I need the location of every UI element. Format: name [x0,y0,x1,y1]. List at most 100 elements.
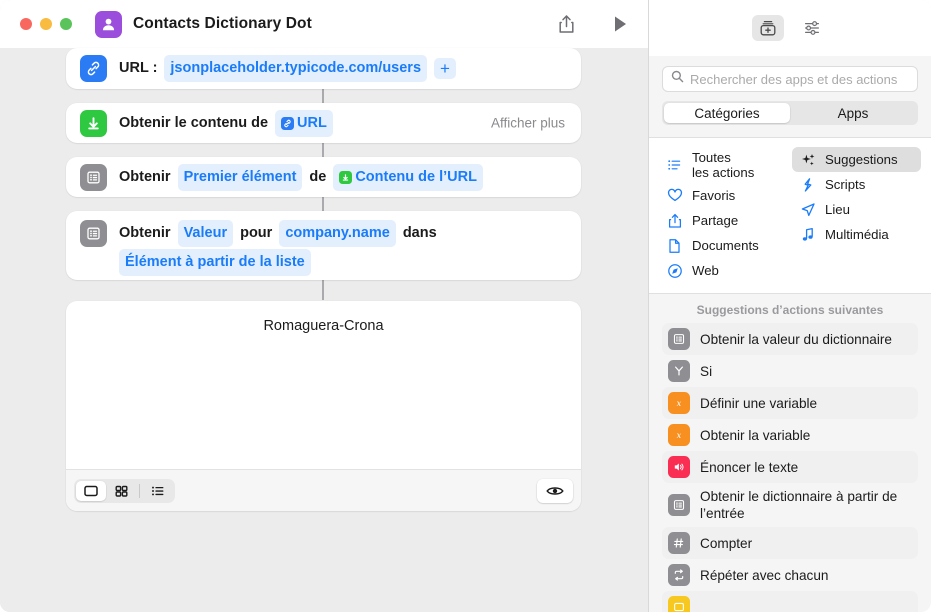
download-icon [80,109,107,137]
svg-text:x: x [677,398,682,408]
workflow-canvas: URL : jsonplaceholder.typicode.com/users… [0,48,648,612]
search-input[interactable] [690,71,905,87]
tab-apps[interactable]: Apps [790,103,916,123]
list-item-label: Répéter avec chacun [700,567,829,583]
sidebar-item-label: Lieu [825,202,850,217]
add-url-button[interactable]: + [434,58,457,79]
search-box[interactable] [662,66,918,92]
list-item-label: Si [700,363,713,379]
list-item-token[interactable]: Élément à partir de la liste [119,249,311,276]
sidebar-item-label: Web [692,263,719,278]
heart-icon [666,188,683,203]
list-view-button[interactable] [143,481,173,501]
eye-icon[interactable] [537,478,573,503]
list-item[interactable]: Obtenir la valeur du dictionnaire [662,323,918,355]
list-item[interactable]: Répéter avec chacun [662,559,918,591]
sidebar-item-label: Favoris [692,188,736,203]
url-value-token[interactable]: jsonplaceholder.typicode.com/users [164,55,428,82]
traffic-lights [20,18,72,30]
search-container [649,56,931,92]
sidebar-item-partage[interactable]: Partage [659,208,788,233]
list-item[interactable] [662,591,918,612]
result-preview-panel: Romaguera-Crona [66,301,581,511]
minimize-button[interactable] [40,18,52,30]
sidebar-item-favoris[interactable]: Favoris [659,183,788,208]
link-icon [281,116,295,130]
add-action-icon[interactable] [752,15,784,41]
categories-panel: Toutes les actions Favoris Partage Docum… [649,137,931,294]
list-item[interactable]: Compter [662,527,918,559]
suggestions-list: Obtenir la valeur du dictionnaire Si x D… [649,323,931,612]
sidebar-item-multimedia[interactable]: Multimédia [792,222,921,247]
list-item-label: Obtenir la valeur du dictionnaire [700,331,892,347]
action-connector [322,280,324,300]
value-token[interactable]: Valeur [177,220,234,247]
action-get-item-from-list[interactable]: Obtenir Premier élément de Contenu de l’… [66,157,581,197]
categories-column-right: Suggestions Scripts Lieu Multimédia [792,147,921,283]
download-icon [339,170,353,184]
suggestions-header: Suggestions d’actions suivantes [696,303,884,317]
list-item[interactable]: Obtenir le dictionnaire à partir de l’en… [662,483,918,527]
action-label: Obtenir [119,168,171,185]
sidebar-item-scripts[interactable]: Scripts [792,172,921,197]
variable-icon: x [668,424,690,446]
contacts-person-icon [95,10,122,38]
sidebar-tabs: Catégories Apps [662,101,918,125]
action-label: URL : [119,60,158,76]
action-label: de [309,168,327,185]
variable-icon: x [668,392,690,414]
sidebar-item-label: Toutes les actions [692,150,755,180]
sidebar-item-web[interactable]: Web [659,258,788,283]
dictionary-list-icon [668,328,690,350]
sidebar-item-documents[interactable]: Documents [659,233,788,258]
share-icon[interactable] [552,10,580,38]
list-item-label: Définir une variable [700,395,818,411]
share-icon [666,213,683,229]
hash-icon [668,532,690,554]
result-value: Romaguera-Crona [263,318,384,334]
tab-categories[interactable]: Catégories [664,103,790,123]
grid-view-button[interactable] [106,481,136,501]
editor-pane: Contacts Dictionary Dot URL: jsonplaceh… [0,0,648,612]
safari-compass-icon [666,263,683,279]
list-item-label: Compter [700,535,753,551]
first-item-token[interactable]: Premier élément [177,163,303,191]
url-contents-token[interactable]: Contenu de l’URL [333,163,483,191]
key-token[interactable]: company.name [279,220,396,247]
zoom-button[interactable] [60,18,72,30]
speaker-icon [668,456,690,478]
branch-icon [668,360,690,382]
sidebar-item-lieu[interactable]: Lieu [792,197,921,222]
scripts-icon [799,177,816,193]
list-item[interactable]: x Obtenir la variable [662,419,918,451]
list-item-label: Énoncer le texte [700,459,799,475]
sidebar-item-label: Documents [692,238,759,253]
location-arrow-icon [799,202,816,218]
action-label: Obtenir [119,225,171,241]
show-more-button[interactable]: Afficher plus [491,116,565,131]
action-get-contents-of-url[interactable]: Obtenir le contenu de URL Afficher plus [66,103,581,143]
close-button[interactable] [20,18,32,30]
action-connector [322,196,324,212]
sidebar-item-all-actions[interactable]: Toutes les actions [659,147,788,183]
sliders-icon[interactable] [796,15,828,41]
single-view-button[interactable] [76,480,106,501]
list-item-label: Obtenir le dictionnaire à partir de l’en… [700,489,898,521]
play-icon[interactable] [606,10,634,38]
link-icon [80,55,107,82]
action-url[interactable]: URL : jsonplaceholder.typicode.com/users… [66,48,581,89]
url-variable-token[interactable]: URL [275,109,333,137]
list-item[interactable]: Énoncer le texte [662,451,918,483]
list-item[interactable]: x Définir une variable [662,387,918,419]
categories-column-left: Toutes les actions Favoris Partage Docum… [659,147,788,283]
sidebar-item-suggestions[interactable]: Suggestions [792,147,921,172]
action-get-dictionary-value[interactable]: Obtenir Valeur pour company.name dans Él… [66,211,581,280]
action-connector [322,88,324,104]
dictionary-list-icon [80,220,107,247]
shortcuts-window: Contacts Dictionary Dot URL: jsonplaceh… [0,0,931,612]
token-label: URL [297,114,327,131]
music-note-icon [799,227,816,243]
svg-text:x: x [677,430,682,440]
action-label: pour [240,225,273,241]
list-item[interactable]: Si [662,355,918,387]
